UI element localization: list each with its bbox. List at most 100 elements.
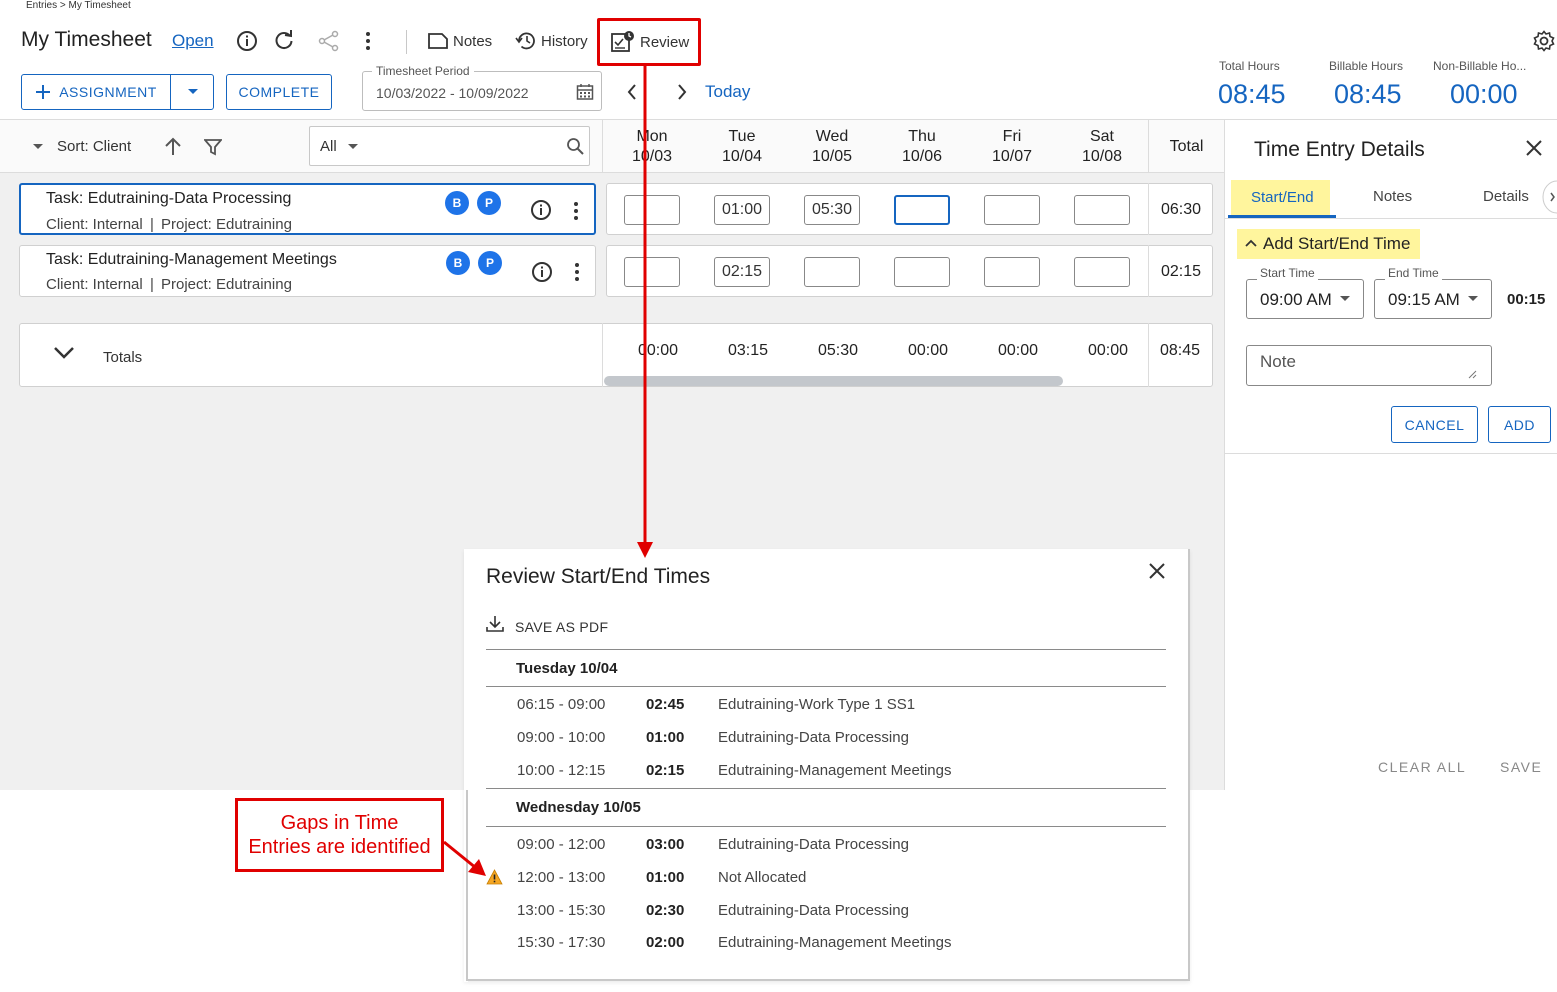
total-divider	[1148, 183, 1149, 235]
non-billable-hours-label: Non-Billable Ho...	[1433, 59, 1527, 73]
tab-start-end[interactable]: Start/End	[1251, 189, 1314, 206]
time-cell-fri[interactable]	[984, 257, 1040, 287]
more-icon[interactable]	[361, 30, 375, 52]
time-cell-fri[interactable]	[984, 195, 1040, 225]
status-link[interactable]: Open	[172, 31, 214, 51]
horizontal-scrollbar[interactable]	[604, 376, 1063, 386]
total-hours-value: 08:45	[1218, 79, 1286, 109]
more-icon[interactable]	[570, 261, 584, 283]
callout-text: Gaps in Time	[280, 812, 399, 834]
entry-time-range: 13:00 - 15:30	[517, 902, 606, 919]
divider	[486, 826, 1166, 827]
info-icon[interactable]	[236, 30, 258, 52]
end-time-label: End Time	[1385, 266, 1442, 280]
clear-all-button[interactable]: CLEAR ALL	[1378, 759, 1466, 775]
time-cell-mon[interactable]	[624, 257, 680, 287]
time-cell-wed[interactable]	[804, 257, 860, 287]
share-icon[interactable]	[318, 30, 340, 52]
time-cell-thu[interactable]	[894, 257, 950, 287]
close-icon[interactable]	[1525, 139, 1543, 157]
day-total-thu: 00:00	[907, 342, 949, 359]
time-cell-mon[interactable]	[624, 195, 680, 225]
chevron-right-icon[interactable]	[676, 83, 688, 101]
sort-label[interactable]: Sort: Client	[57, 138, 131, 155]
time-cell-tue[interactable]: 02:15	[714, 257, 770, 287]
time-cell-wed[interactable]: 05:30	[804, 195, 860, 225]
info-icon[interactable]	[531, 261, 553, 283]
totals-divider	[602, 323, 603, 387]
entry-description: Not Allocated	[718, 869, 807, 886]
entry-time-range: 12:00 - 13:00	[517, 869, 606, 886]
billable-badge: B	[445, 191, 469, 215]
sort-caret-icon[interactable]	[32, 143, 44, 151]
resize-handle-icon[interactable]	[1467, 369, 1477, 379]
cancel-button[interactable]: CANCEL	[1391, 406, 1478, 443]
search-icon[interactable]	[566, 137, 584, 155]
entry-duration: 01:00	[646, 729, 685, 746]
day-header-thu: Thu 10/06	[877, 127, 967, 167]
info-icon[interactable]	[530, 199, 552, 221]
task-client: Client: Internal	[46, 216, 143, 233]
time-cell-sat[interactable]	[1074, 195, 1130, 225]
time-cell-sat[interactable]	[1074, 257, 1130, 287]
timesheet-period-value: 10/03/2022 - 10/09/2022	[376, 85, 529, 101]
total-hours-label: Total Hours	[1219, 59, 1280, 73]
entry-duration: 02:30	[646, 902, 685, 919]
entry-description: Edutraining-Data Processing	[718, 902, 909, 919]
warning-icon	[486, 869, 503, 885]
day-date: 10/05	[811, 148, 853, 165]
time-cell-thu[interactable]	[894, 195, 950, 225]
today-link[interactable]: Today	[705, 82, 750, 102]
row-total: 06:30	[1161, 201, 1202, 218]
tabs-divider	[1224, 218, 1557, 219]
totals-label: Totals	[103, 349, 143, 366]
grid-divider	[602, 120, 603, 173]
save-button[interactable]: SAVE	[1500, 759, 1542, 775]
complete-button[interactable]: COMPLETE	[226, 74, 332, 110]
chevron-down-icon[interactable]	[53, 346, 75, 360]
divider	[486, 649, 1166, 650]
day-date: 10/06	[901, 148, 943, 165]
caret-down-icon[interactable]	[1467, 295, 1479, 303]
calendar-icon[interactable]	[576, 83, 594, 101]
entry-duration: 02:45	[646, 696, 685, 713]
chevron-left-icon[interactable]	[626, 83, 638, 101]
day-date: 10/08	[1081, 148, 1123, 165]
history-button[interactable]: History	[515, 31, 588, 51]
assignment-button[interactable]: ASSIGNMENT	[22, 75, 171, 109]
history-icon	[515, 31, 537, 51]
tab-details[interactable]: Details	[1483, 188, 1529, 205]
caret-down-icon[interactable]	[1339, 295, 1351, 303]
more-icon[interactable]	[569, 200, 583, 222]
day-name: Tue	[728, 128, 756, 145]
panel-title: Time Entry Details	[1254, 138, 1425, 161]
gaps-callout-annotation: Gaps in Time Entries are identified	[235, 798, 444, 872]
chevron-up-icon[interactable]	[1244, 238, 1258, 248]
entry-description: Edutraining-Work Type 1 SS1	[718, 696, 916, 713]
add-start-end-time-toggle[interactable]: Add Start/End Time	[1263, 234, 1410, 254]
refresh-icon[interactable]	[273, 29, 295, 51]
breadcrumb: Entries > My Timesheet	[26, 0, 131, 11]
time-cell-tue[interactable]: 01:00	[714, 195, 770, 225]
dialog-edge	[466, 790, 468, 981]
sort-up-icon[interactable]	[164, 137, 182, 157]
download-icon[interactable]	[486, 615, 504, 633]
notes-button[interactable]: Notes	[427, 31, 492, 51]
grand-total: 08:45	[1160, 342, 1201, 359]
tab-scroll-right-icon[interactable]	[1542, 180, 1557, 214]
end-time-value: 09:15 AM	[1388, 290, 1460, 309]
filter-caret-icon[interactable]	[347, 143, 359, 151]
filter-icon[interactable]	[204, 138, 222, 156]
day-name: Fri	[1002, 128, 1022, 145]
day-header-sat: Sat 10/08	[1057, 127, 1147, 167]
add-button[interactable]: ADD	[1488, 406, 1551, 443]
tab-notes[interactable]: Notes	[1373, 188, 1412, 205]
settings-icon[interactable]	[1533, 30, 1555, 52]
entry-time-range: 10:00 - 12:15	[517, 762, 606, 779]
note-placeholder: Note	[1260, 352, 1296, 371]
assignment-dropdown-button[interactable]	[172, 75, 214, 109]
filter-select-value[interactable]: All	[320, 138, 337, 155]
close-icon[interactable]	[1148, 562, 1166, 580]
row-total: 02:15	[1161, 263, 1202, 280]
save-as-pdf-button[interactable]: SAVE AS PDF	[515, 619, 608, 635]
